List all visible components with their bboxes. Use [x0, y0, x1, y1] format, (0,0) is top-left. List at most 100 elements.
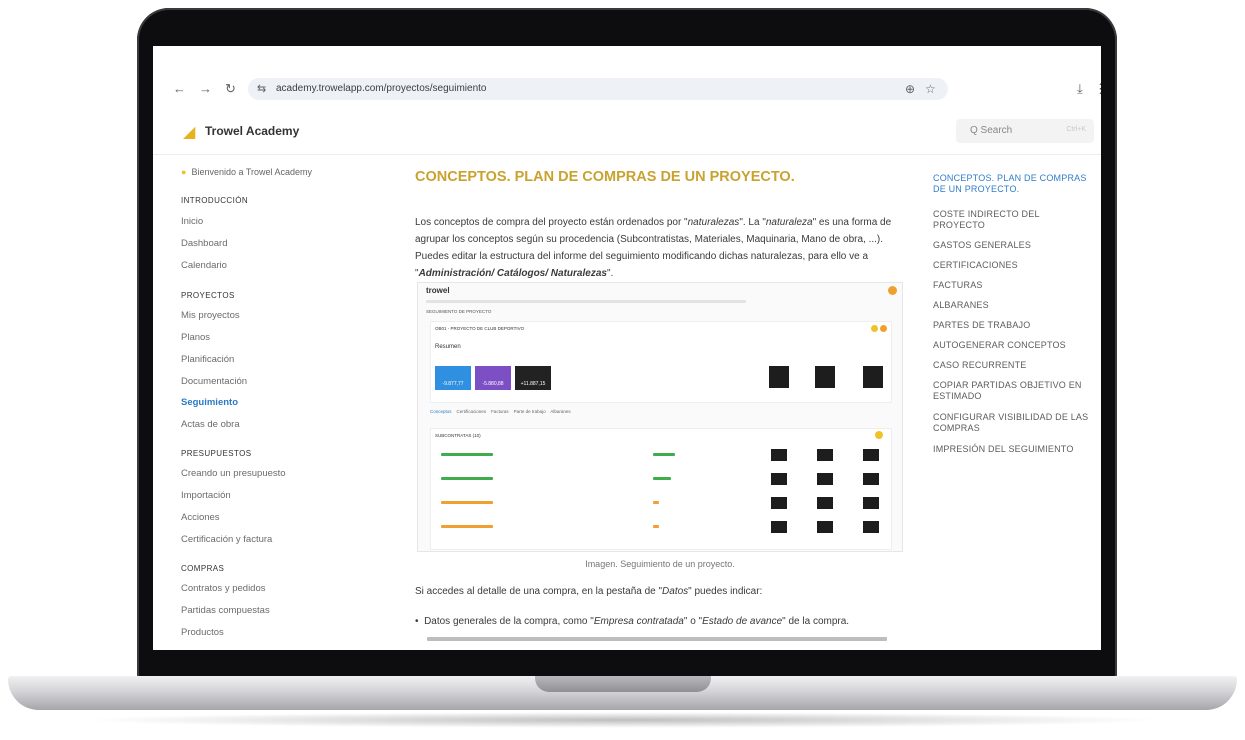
shot-row-1-block-2 — [817, 449, 833, 461]
shot-brand: trowel — [426, 286, 450, 295]
shot-resumen: Resumen — [435, 344, 461, 350]
shot-menu-bar — [426, 300, 746, 303]
shot-row-2-block-2 — [817, 473, 833, 485]
toc-item-configurar-visibilidad[interactable]: CONFIGURAR VISIBILIDAD DE LAS COMPRAS — [933, 412, 1093, 434]
bookmark-icon[interactable]: ☆ — [925, 82, 936, 96]
url-text[interactable]: academy.trowelapp.com/proyectos/seguimie… — [276, 83, 486, 94]
shot-row-4-tag — [441, 525, 493, 528]
intro-text-2: ". La " — [739, 217, 766, 228]
site-title[interactable]: Trowel Academy — [205, 124, 299, 138]
intro-path-bold: Administración/ Catálogos/ Naturalezas — [418, 268, 607, 279]
shot-row-1-block-3 — [863, 449, 879, 461]
cut-off-line-bar — [427, 637, 887, 641]
shot-tab-conceptos: Conceptos — [430, 409, 452, 414]
list-item: • Datos generales de la compra, como "Em… — [415, 616, 850, 627]
toc-item-albaranes[interactable]: ALBARANES — [933, 300, 1093, 311]
intro-text-4: ". — [606, 268, 614, 279]
section-title-proyectos: PROYECTOS — [181, 291, 235, 300]
toc-item-autogenerar[interactable]: AUTOGENERAR CONCEPTOS — [933, 340, 1093, 351]
section-title-compras: COMPRAS — [181, 564, 225, 573]
search-placeholder: Q Search — [970, 125, 1013, 136]
sidebar-item-seguimiento[interactable]: Seguimiento — [181, 397, 238, 408]
sidebar-item-partidas-compuestas[interactable]: Partidas compuestas — [181, 605, 270, 616]
shot-indicator-2 — [880, 325, 887, 332]
intro-em-naturaleza: naturaleza — [765, 217, 813, 228]
sidebar-item-contratos-pedidos[interactable]: Contratos y pedidos — [181, 583, 266, 594]
sidebar-item-importacion[interactable]: Importación — [181, 490, 231, 501]
shot-row-4-block-1 — [771, 521, 787, 533]
shot-row-2-tag — [441, 477, 493, 480]
shot-row-3-block-2 — [817, 497, 833, 509]
shot-kpi-3: +11.887,15 — [515, 366, 551, 390]
site-info-icon[interactable]: ⇆ — [257, 82, 266, 95]
toc-item-partes-trabajo[interactable]: PARTES DE TRABAJO — [933, 320, 1093, 331]
shot-row-1-progress — [653, 453, 675, 456]
bullet-em-estado: Estado de avance — [702, 616, 783, 627]
sidebar-item-certificacion-factura[interactable]: Certificación y factura — [181, 534, 272, 545]
bullet-em-empresa: Empresa contratada — [593, 616, 684, 627]
shot-stat-block-2 — [815, 366, 835, 388]
toc-item-conceptos[interactable]: CONCEPTOS. PLAN DE COMPRAS DE UN PROYECT… — [933, 173, 1093, 195]
forward-icon[interactable]: → — [199, 82, 212, 96]
sidebar-item-planificacion[interactable]: Planificación — [181, 354, 234, 365]
shot-row-2-block-3 — [863, 473, 879, 485]
shot-row-1-tag — [441, 453, 493, 456]
shot-project: OB01 - PROYECTO DE CLUB DEPORTIVO — [435, 326, 525, 331]
toc-item-impresion[interactable]: IMPRESIÓN DEL SEGUIMIENTO — [933, 444, 1093, 455]
back-icon[interactable]: ← — [173, 82, 186, 96]
toc-item-certificaciones[interactable]: CERTIFICACIONES — [933, 260, 1093, 271]
search-input[interactable]: Q Search Ctrl+K — [956, 119, 1094, 143]
main-content: CONCEPTOS. PLAN DE COMPRAS DE UN PROYECT… — [415, 154, 925, 650]
detail-paragraph: Si accedes al detalle de una compra, en … — [415, 586, 915, 597]
trowel-logo-icon[interactable]: ◢ — [183, 122, 195, 142]
sidebar-item-actas-de-obra[interactable]: Actas de obra — [181, 419, 240, 430]
shot-avatar — [888, 286, 897, 295]
toc-item-facturas[interactable]: FACTURAS — [933, 280, 1093, 291]
shot-breadcrumb: SEGUIMIENTO DE PROYECTO — [426, 309, 492, 314]
search-shortcut: Ctrl+K — [1066, 126, 1086, 133]
zoom-icon[interactable]: ⊕ — [905, 82, 915, 96]
welcome-icon: ● — [181, 167, 187, 177]
browser-menu-icon[interactable]: ⋮ — [1094, 82, 1101, 96]
shot-summary-card: OB01 - PROYECTO DE CLUB DEPORTIVO Resume… — [430, 321, 892, 403]
sidebar-item-creando-presupuesto[interactable]: Creando un presupuesto — [181, 468, 286, 479]
shot-kpi-2: -5.880,88 — [475, 366, 511, 390]
table-of-contents: CONCEPTOS. PLAN DE COMPRAS DE UN PROYECT… — [933, 154, 1098, 650]
section-title-presupuestos: PRESUPUESTOS — [181, 449, 252, 458]
shot-stat-block-1 — [769, 366, 789, 388]
laptop-shadow — [80, 712, 1165, 728]
shot-row-1-block-1 — [771, 449, 787, 461]
section-title-introduccion: INTRODUCCIÓN — [181, 196, 249, 205]
shot-tab-certificaciones: Certificaciones — [456, 409, 487, 414]
bullet-text-3: " de la compra. — [782, 616, 850, 627]
sidebar-item-mis-proyectos[interactable]: Mis proyectos — [181, 310, 240, 321]
shot-row-3-block-3 — [863, 497, 879, 509]
cut-off-text-line — [427, 636, 897, 642]
toc-item-caso-recurrente[interactable]: CASO RECURRENTE — [933, 360, 1093, 371]
toc-item-coste-indirecto[interactable]: COSTE INDIRECTO DEL PROYECTO — [933, 209, 1093, 231]
sidebar-item-inicio[interactable]: Inicio — [181, 216, 203, 227]
shot-row-2-progress — [653, 477, 671, 480]
shot-row-3-block-1 — [771, 497, 787, 509]
toc-item-copiar-partidas[interactable]: COPIAR PARTIDAS OBJETIVO EN ESTIMADO — [933, 380, 1093, 402]
address-bar[interactable]: ⇆ academy.trowelapp.com/proyectos/seguim… — [248, 78, 948, 100]
sidebar-item-dashboard[interactable]: Dashboard — [181, 238, 227, 249]
shot-indicator-1 — [871, 325, 878, 332]
sidebar-item-calendario[interactable]: Calendario — [181, 260, 227, 271]
sidebar-item-planos[interactable]: Planos — [181, 332, 210, 343]
shot-row-4-block-3 — [863, 521, 879, 533]
bullet-text-2: " o " — [683, 616, 703, 627]
reload-icon[interactable]: ↻ — [225, 82, 236, 96]
shot-tabs: Conceptos Certificaciones Facturas Parte… — [430, 409, 890, 421]
sidebar-item-documentacion[interactable]: Documentación — [181, 376, 247, 387]
shot-kpi-1: -9.877,77 — [435, 366, 471, 390]
intro-paragraph: Los conceptos de compra del proyecto est… — [415, 214, 905, 282]
sidebar-welcome[interactable]: ● Bienvenido a Trowel Academy — [181, 167, 312, 177]
shot-row-3-tag — [441, 501, 493, 504]
shot-row-4-progress — [653, 525, 659, 528]
toc-item-gastos-generales[interactable]: GASTOS GENERALES — [933, 240, 1093, 251]
sidebar-item-productos[interactable]: Productos — [181, 627, 224, 638]
sidebar-item-acciones[interactable]: Acciones — [181, 512, 220, 523]
image-caption: Imagen. Seguimiento de un proyecto. — [585, 559, 735, 569]
download-icon[interactable]: ⤓ — [1077, 82, 1083, 96]
